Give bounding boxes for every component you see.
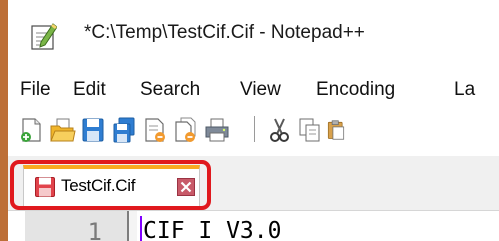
- fold-margin: [129, 211, 137, 241]
- save-all-icon[interactable]: [109, 114, 139, 146]
- code-line[interactable]: CIF_I_V3.0: [143, 218, 281, 241]
- menu-edit[interactable]: Edit: [73, 79, 106, 101]
- close-file-icon[interactable]: [140, 114, 170, 146]
- cut-icon[interactable]: [264, 114, 294, 146]
- save-icon[interactable]: [78, 114, 108, 146]
- paste-icon[interactable]: [326, 114, 346, 146]
- tab-highlight-annotation: [10, 160, 211, 210]
- notepad-plus-plus-icon: [31, 22, 58, 50]
- line-number: 1: [87, 218, 102, 241]
- open-folder-icon[interactable]: [47, 114, 77, 146]
- window-frame-edge: [0, 0, 8, 241]
- new-file-icon[interactable]: [16, 114, 46, 146]
- menu-file[interactable]: File: [20, 79, 51, 101]
- menu-search[interactable]: Search: [140, 79, 200, 101]
- menu-encoding[interactable]: Encoding: [316, 79, 395, 101]
- window-title: *C:\Temp\TestCif.Cif - Notepad++: [84, 22, 365, 43]
- text-caret: [140, 216, 142, 241]
- close-all-icon[interactable]: [171, 114, 201, 146]
- menu-view[interactable]: View: [240, 79, 281, 101]
- menu-language[interactable]: La: [454, 79, 475, 101]
- print-icon[interactable]: [202, 114, 232, 146]
- window-top-edge: [8, 0, 499, 10]
- copy-icon[interactable]: [295, 114, 325, 146]
- toolbar-separator: [254, 116, 255, 142]
